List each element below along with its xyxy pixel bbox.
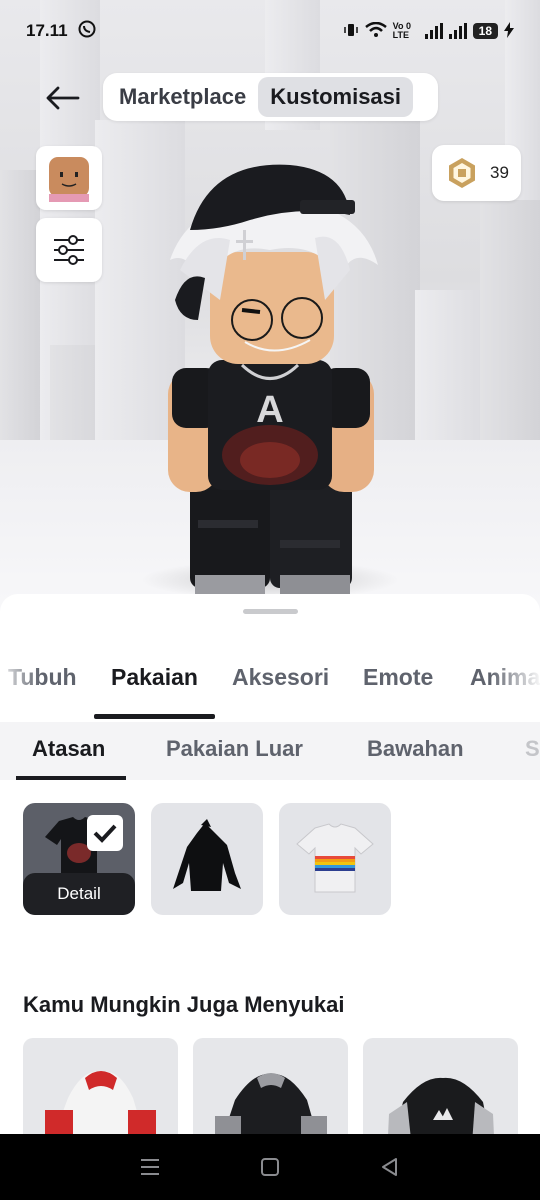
status-bar: 17.11 Vo 0 LTE 18 bbox=[0, 0, 540, 62]
robux-amount: 39 bbox=[490, 163, 509, 182]
robux-balance-button[interactable]: 39 bbox=[432, 145, 521, 201]
tab-aksesori[interactable]: Aksesori bbox=[232, 664, 329, 691]
segment-kustomisasi[interactable]: Kustomisasi bbox=[258, 77, 414, 117]
robux-icon bbox=[449, 158, 475, 188]
avatar-figure: A bbox=[168, 164, 378, 597]
subcategory-tabs: Atasan Pakaian Luar Bawahan S bbox=[0, 722, 540, 780]
red-white-hoodie-thumbnail: 28 bbox=[45, 1071, 156, 1134]
customize-sheet: Tubuh Pakaian Aksesori Emote Anima Atasa… bbox=[0, 594, 540, 1134]
active-subtab-indicator bbox=[16, 776, 126, 780]
item-card-equipped-shirt[interactable]: Detail bbox=[23, 803, 135, 915]
recommended-item-red-hoodie[interactable]: 28 bbox=[23, 1038, 178, 1134]
recommended-item-adidas-jacket[interactable] bbox=[363, 1038, 518, 1134]
arrow-left-icon bbox=[46, 86, 80, 110]
category-tabs: Tubuh Pakaian Aksesori Emote Anima bbox=[0, 650, 540, 720]
whatsapp-icon bbox=[78, 20, 96, 43]
item-card-rainbow-tee[interactable] bbox=[279, 803, 391, 915]
square-home-icon bbox=[261, 1158, 279, 1176]
status-time: 17.11 bbox=[26, 21, 68, 40]
subtab-bawahan[interactable]: Bawahan bbox=[367, 736, 464, 762]
recommendations-title: Kamu Mungkin Juga Menyukai bbox=[23, 992, 345, 1017]
mode-switcher: Marketplace Kustomisasi bbox=[103, 73, 438, 121]
wifi-icon bbox=[364, 21, 387, 41]
tabs-fade-left bbox=[0, 650, 40, 710]
vibrate-icon bbox=[343, 22, 359, 41]
black-adidas-jacket-thumbnail bbox=[388, 1077, 494, 1134]
charging-icon bbox=[504, 21, 514, 41]
black-spiky-hoodie-thumbnail bbox=[173, 819, 241, 891]
triangle-back-icon bbox=[382, 1158, 397, 1176]
shirt-letter: A bbox=[256, 389, 283, 431]
background-building bbox=[0, 170, 40, 450]
signal-icon bbox=[448, 23, 467, 39]
avatar-head-icon bbox=[49, 157, 89, 202]
signal-icon bbox=[424, 23, 443, 39]
sliders-icon bbox=[54, 235, 84, 265]
subtab-atasan[interactable]: Atasan bbox=[32, 736, 105, 762]
sheet-grabber[interactable] bbox=[243, 609, 298, 614]
checkmark-icon bbox=[93, 824, 117, 843]
subtab-pakaian-luar[interactable]: Pakaian Luar bbox=[166, 736, 303, 762]
white-rainbow-tee-thumbnail bbox=[296, 823, 374, 893]
active-tab-indicator bbox=[94, 714, 215, 719]
avatar-thumbnail-button[interactable] bbox=[36, 146, 102, 210]
owned-items-grid: Detail bbox=[23, 803, 391, 915]
recent-apps-button[interactable] bbox=[130, 1147, 170, 1187]
back-button[interactable] bbox=[40, 78, 84, 118]
system-back-button[interactable] bbox=[370, 1147, 410, 1187]
segment-marketplace[interactable]: Marketplace bbox=[107, 77, 258, 117]
subtab-partial[interactable]: S bbox=[525, 736, 540, 762]
recommendations-grid: 28 66 bbox=[23, 1038, 518, 1134]
equipped-checkmark bbox=[87, 815, 123, 851]
network-label: Vo 0 LTE bbox=[392, 21, 411, 40]
system-navigation-bar bbox=[0, 1134, 540, 1200]
home-button[interactable] bbox=[250, 1147, 290, 1187]
recommended-item-black-jersey[interactable]: 66 bbox=[193, 1038, 348, 1134]
tab-emote[interactable]: Emote bbox=[363, 664, 433, 691]
menu-lines-icon bbox=[141, 1159, 159, 1175]
tab-pakaian[interactable]: Pakaian bbox=[111, 664, 198, 691]
detail-button[interactable]: Detail bbox=[23, 873, 135, 915]
filter-settings-button[interactable] bbox=[36, 218, 102, 282]
black-jersey-thumbnail: 66 bbox=[215, 1073, 327, 1134]
battery-level: 18 bbox=[472, 23, 498, 39]
item-card-hoodie[interactable] bbox=[151, 803, 263, 915]
tabs-fade-right bbox=[490, 650, 540, 710]
